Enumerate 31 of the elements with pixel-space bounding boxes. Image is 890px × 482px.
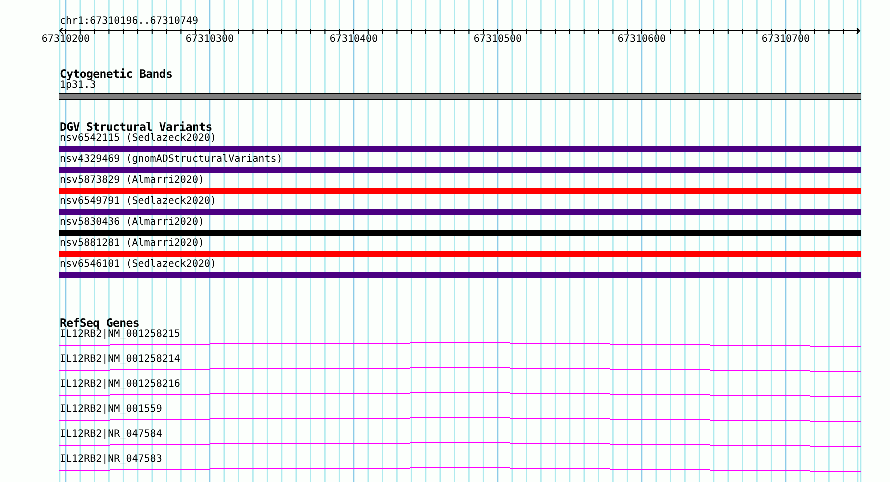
track-title: DGV Structural Variants (59, 121, 212, 133)
gene-line[interactable] (59, 342, 861, 347)
ruler-tick-label: 67310300 (186, 34, 234, 46)
variant-label: nsv6542115 (Sedlazeck2020) (59, 133, 218, 145)
ruler-tick-label: 67310500 (474, 34, 522, 46)
gene-line[interactable] (59, 467, 861, 472)
variant-label: nsv5881281 (Almarri2020) (59, 238, 206, 250)
gene-line[interactable] (59, 442, 861, 447)
gene-line[interactable] (59, 367, 861, 372)
ruler-tick-label: 67310600 (618, 34, 666, 46)
variant-label: nsv6546101 (Sedlazeck2020) (59, 259, 218, 271)
cytoband-bar[interactable] (59, 93, 861, 100)
track-title: Cytogenetic Bands (59, 68, 174, 80)
variant-label: nsv5830436 (Almarri2020) (59, 217, 206, 229)
variant-label: nsv6549791 (Sedlazeck2020) (59, 196, 218, 208)
band-label: 1p31.3 (59, 80, 96, 92)
variant-label: nsv4329469 (gnomADStructuralVariants) (59, 154, 284, 166)
gene-label: IL12RB2|NR_047584 (59, 429, 164, 441)
gene-line[interactable] (59, 417, 861, 422)
ruler-tick-label: 67310400 (330, 34, 378, 46)
track-title: RefSeq Genes (59, 317, 140, 329)
gene-label: IL12RB2|NR_047583 (59, 454, 164, 466)
gene-label: IL12RB2|NM_001258215 (59, 329, 182, 341)
variant-label: nsv5873829 (Almarri2020) (59, 175, 206, 187)
gene-label: IL12RB2|NM_001559 (59, 404, 164, 416)
gene-label: IL12RB2|NM_001258216 (59, 379, 182, 391)
ruler-tick-label: 67310700 (762, 34, 810, 46)
gene-label: IL12RB2|NM_001258214 (59, 354, 182, 366)
ruler-tick-label: 67310200 (42, 34, 90, 46)
gene-line[interactable] (59, 392, 861, 397)
location-label: chr1:67310196..67310749 (59, 16, 200, 28)
